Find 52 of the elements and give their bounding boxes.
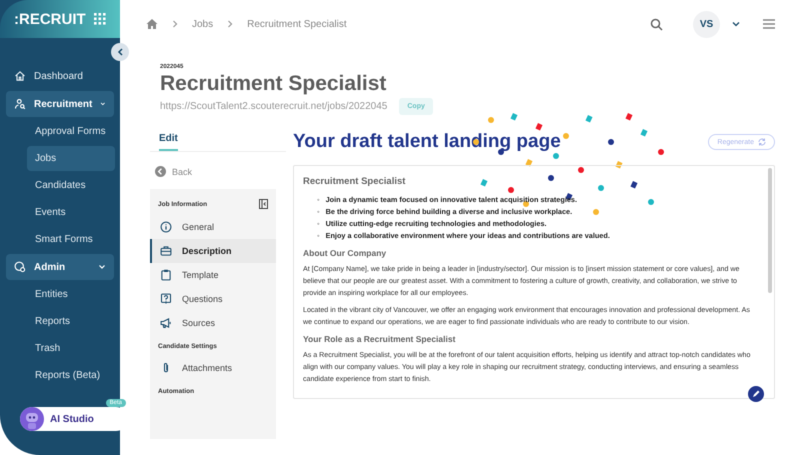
editor-menu-item[interactable]: Template bbox=[150, 263, 276, 287]
briefcase-icon bbox=[160, 245, 172, 257]
editor-menu-item[interactable]: General bbox=[150, 215, 276, 239]
home-icon bbox=[14, 70, 26, 82]
preview-heading: Your draft talent landing page bbox=[293, 131, 561, 153]
nav-subitem[interactable]: Reports (Beta) bbox=[27, 363, 115, 388]
breadcrumb-item[interactable]: Jobs bbox=[192, 18, 214, 30]
apps-grid-icon[interactable] bbox=[94, 13, 106, 25]
doc-heading: About Our Company bbox=[303, 248, 388, 258]
megaphone-icon bbox=[160, 317, 172, 329]
menu-icon[interactable] bbox=[762, 18, 776, 30]
ai-studio-label: AI Studio bbox=[50, 414, 94, 424]
question-icon bbox=[160, 293, 172, 305]
nav-subitem[interactable]: Approval Forms bbox=[27, 119, 115, 144]
chevron-icon[interactable] bbox=[732, 21, 740, 27]
nav-subitem[interactable]: Entities bbox=[27, 282, 115, 307]
search-icon[interactable] bbox=[650, 18, 663, 30]
nav-item[interactable]: Admin bbox=[6, 254, 114, 280]
panel-toggle-icon[interactable] bbox=[259, 199, 268, 209]
edit-button[interactable] bbox=[748, 386, 764, 402]
clipboard-icon bbox=[160, 269, 172, 281]
job-title: Recruitment Specialist bbox=[160, 72, 388, 96]
info-icon bbox=[160, 221, 172, 233]
nav-item[interactable]: Recruitment bbox=[6, 91, 114, 117]
nav-subitem[interactable]: Candidates bbox=[27, 173, 115, 198]
edit-tab[interactable]: Edit bbox=[159, 127, 178, 151]
editor-menu-item[interactable]: Attachments bbox=[150, 356, 276, 380]
editor-menu-item[interactable]: Sources bbox=[150, 311, 276, 335]
doc-title: Recruitment Specialist bbox=[303, 176, 406, 187]
nav-subitem[interactable]: Events bbox=[27, 200, 115, 225]
nav-subitem[interactable]: Smart Forms bbox=[27, 227, 115, 252]
back-button[interactable]: Back bbox=[150, 152, 192, 189]
pencil-icon bbox=[752, 390, 760, 398]
collapse-button[interactable] bbox=[111, 43, 129, 61]
job-url: https://ScoutTalent2.scouterecruit.net/jobs/2022045 bbox=[160, 101, 388, 112]
editor-menu-item[interactable]: Questions bbox=[150, 287, 276, 311]
logo: :RECRUIT bbox=[14, 10, 86, 28]
robot-icon bbox=[20, 407, 44, 431]
chevron-icon bbox=[116, 48, 124, 56]
editor-menu-item[interactable]: Description bbox=[150, 239, 276, 263]
user-avatar[interactable]: VS bbox=[693, 10, 720, 38]
breadcrumb-item: Recruitment Specialist bbox=[247, 18, 347, 30]
nav-subitem[interactable]: Jobs bbox=[27, 146, 115, 171]
refresh-icon bbox=[758, 138, 766, 146]
person-search-icon bbox=[14, 98, 26, 110]
chevron-icon bbox=[227, 20, 234, 28]
chevron-icon bbox=[172, 20, 178, 28]
nav-subitem[interactable]: Reports bbox=[27, 309, 115, 334]
nav-subitem[interactable]: Trash bbox=[27, 336, 115, 361]
doc-heading: Your Role as a Recruitment Specialist bbox=[303, 334, 456, 344]
globe-gear-icon bbox=[14, 261, 26, 273]
home-icon[interactable] bbox=[146, 18, 158, 30]
